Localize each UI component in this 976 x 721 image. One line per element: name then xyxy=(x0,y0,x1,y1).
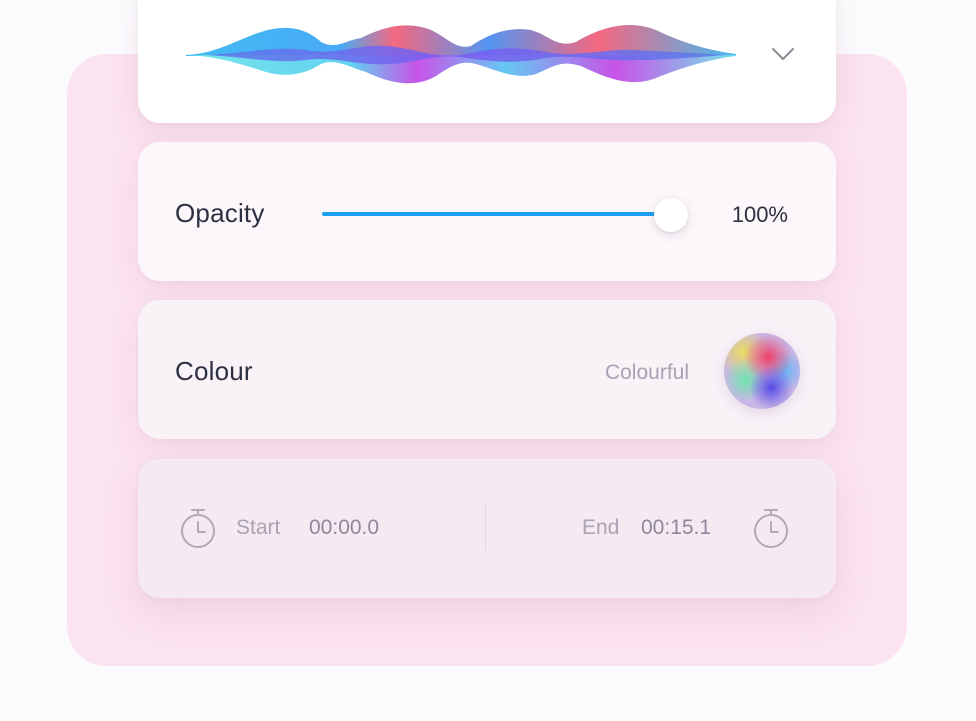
waveform-card[interactable] xyxy=(138,0,836,123)
chevron-down-icon[interactable] xyxy=(770,44,796,64)
opacity-slider[interactable] xyxy=(322,198,688,232)
opacity-slider-thumb[interactable] xyxy=(654,198,688,232)
timing-card: Start 00:00.0 End 00:15.1 xyxy=(138,459,836,598)
opacity-value: 100% xyxy=(731,202,788,227)
start-stopwatch-icon[interactable] xyxy=(178,506,218,550)
timing-divider xyxy=(485,503,486,551)
color-wheel-swatch[interactable] xyxy=(724,333,800,409)
colour-value[interactable]: Colourful xyxy=(605,361,689,385)
colour-label: Colour xyxy=(175,356,253,386)
start-label: Start xyxy=(236,516,281,539)
end-stopwatch-icon[interactable] xyxy=(751,506,791,550)
opacity-slider-fill xyxy=(322,212,661,216)
waveform-graphic xyxy=(186,25,736,84)
end-label: End xyxy=(582,516,620,539)
colour-card[interactable]: Colour Colourful xyxy=(138,300,836,439)
end-time-value[interactable]: 00:15.1 xyxy=(641,516,711,540)
editor-stage: Opacity 100% Colour Colourful Start 00:0… xyxy=(0,0,976,721)
start-time-value[interactable]: 00:00.0 xyxy=(309,516,379,540)
opacity-label: Opacity xyxy=(175,198,265,228)
opacity-card: Opacity 100% xyxy=(138,142,836,281)
